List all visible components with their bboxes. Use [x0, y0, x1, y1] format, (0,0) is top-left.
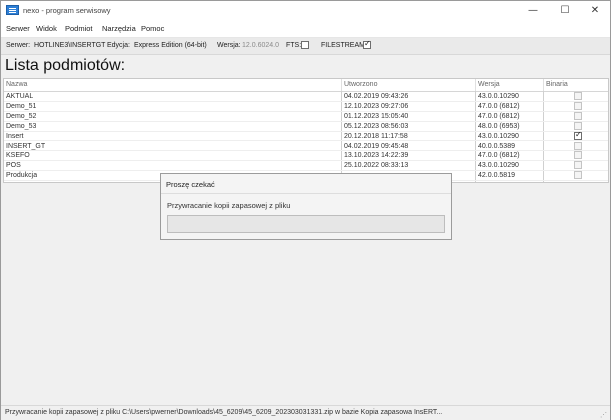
cell-name: Produkcja: [6, 172, 38, 180]
binaria-checkbox: [574, 151, 582, 160]
app-window: nexo - program serwisowy — ☐ ✕ Serwer Wi…: [0, 0, 611, 420]
table-row[interactable]: Demo_52 01.12.2023 15:05:40 47.0.0 (6812): [4, 111, 608, 122]
cell-name: AKTUAL: [6, 93, 34, 100]
column-header-binaria[interactable]: Binaria: [546, 81, 568, 88]
column-divider[interactable]: [475, 79, 476, 91]
menu-bar: Serwer Widok Podmiot Narzędzia Pomoc: [1, 21, 610, 38]
window-title: nexo - program serwisowy: [23, 6, 111, 15]
table-row[interactable]: KSEFO 13.10.2023 14:22:39 47.0.0 (6812): [4, 151, 608, 162]
cell-created: 20.12.2018 11:17:58: [344, 132, 408, 140]
table-row[interactable]: Demo_51 12.10.2023 09:27:06 47.0.0 (6812): [4, 101, 608, 112]
please-wait-dialog: Proszę czekać Przywracanie kopii zapasow…: [160, 173, 452, 240]
status-text: Przywracanie kopii zapasowej z pliku C:\…: [5, 409, 443, 416]
cell-created: 05.12.2023 08:56:03: [344, 122, 409, 130]
binaria-checkbox: [574, 121, 582, 130]
column-header-utworzono[interactable]: Utworzono: [344, 81, 377, 88]
cell-name: Demo_51: [6, 102, 37, 110]
menu-pomoc[interactable]: Pomoc: [141, 24, 164, 33]
cell-version: 43.0.0.10290: [478, 132, 519, 140]
binaria-checkbox: [574, 92, 582, 100]
cell-created: 25.10.2022 08:33:13: [344, 162, 409, 170]
fts-checkbox: [301, 41, 309, 49]
cell-name: Insert: [6, 132, 24, 140]
minimize-button[interactable]: —: [518, 1, 548, 21]
restore-progress-bar: [167, 215, 445, 233]
cell-version: 47.0.0 (6812): [478, 102, 520, 110]
cell-name: Demo_52: [6, 112, 37, 120]
status-bar: Przywracanie kopii zapasowej z pliku C:\…: [1, 405, 610, 420]
binaria-checkbox: [574, 171, 582, 180]
column-divider[interactable]: [543, 79, 544, 91]
table-row[interactable]: AKTUAL 04.02.2019 09:43:26 43.0.0.10290: [4, 92, 608, 102]
maximize-button[interactable]: ☐: [550, 1, 580, 21]
cell-name: POS: [6, 162, 21, 170]
cell-version: 48.0.0 (6953): [478, 122, 520, 130]
column-header-wersja[interactable]: Wersja: [478, 81, 500, 88]
dialog-title: Proszę czekać: [166, 180, 215, 189]
filestream-label: FILESTREAM:: [321, 42, 367, 49]
cell-name: KSEFO: [6, 152, 30, 160]
cell-version: 47.0.0 (6812): [478, 112, 520, 120]
edition-label: Edycja:: [107, 42, 130, 49]
cell-version: 43.0.0.10290: [478, 162, 519, 170]
binaria-checkbox: [574, 141, 582, 150]
server-label: Serwer:: [6, 42, 31, 49]
column-divider[interactable]: [341, 79, 342, 91]
cell-created: 04.02.2019 09:43:26: [344, 93, 409, 100]
server-value: HOTLINE3\INSERTGT: [34, 42, 106, 49]
binaria-checkbox: [574, 161, 582, 170]
cell-version: 47.0.0 (6812): [478, 152, 520, 160]
table-row[interactable]: Demo_53 05.12.2023 08:56:03 48.0.0 (6953): [4, 121, 608, 132]
cell-created: 13.10.2023 14:22:39: [344, 152, 409, 160]
table-row[interactable]: POS 25.10.2022 08:33:13 43.0.0.10290: [4, 161, 608, 172]
page-title: Lista podmiotów:: [5, 57, 126, 74]
binaria-checkbox: [574, 101, 582, 110]
cell-name: Demo_53: [6, 122, 37, 130]
dialog-message: Przywracanie kopii zapasowej z pliku: [167, 201, 291, 210]
binaria-checkbox: [574, 130, 582, 140]
title-bar[interactable]: nexo - program serwisowy — ☐ ✕: [1, 1, 610, 21]
cell-name: INSERT_GT: [6, 142, 46, 150]
table-row[interactable]: INSERT_GT 04.02.2019 09:45:48 40.0.0.5389: [4, 141, 608, 152]
menu-narzedzia[interactable]: Narzędzia: [102, 24, 136, 33]
edition-value: Express Edition (64-bit): [134, 42, 207, 49]
close-button[interactable]: ✕: [580, 1, 610, 21]
column-header-nazwa[interactable]: Nazwa: [6, 81, 27, 88]
server-info-bar: Serwer: HOTLINE3\INSERTGT Edycja: Expres…: [1, 38, 610, 55]
version-label: Wersja:: [217, 42, 241, 49]
version-value: 12.0.6024.0: [242, 42, 279, 49]
resize-grip-icon[interactable]: ⋰: [600, 411, 608, 419]
cell-created: 01.12.2023 15:05:40: [344, 112, 409, 120]
dialog-divider: [161, 193, 451, 194]
cell-created: 12.10.2023 09:27:06: [344, 102, 409, 110]
app-logo-icon: [6, 5, 19, 15]
filestream-checkbox: [363, 39, 371, 49]
fts-label: FTS:: [286, 42, 302, 49]
cell-created: 04.02.2019 09:45:48: [344, 142, 409, 150]
table-header: Nazwa Utworzono Wersja Binaria: [4, 79, 608, 92]
binaria-checkbox: [574, 111, 582, 120]
cell-version: 42.0.0.5819: [478, 172, 515, 180]
cell-version: 43.0.0.10290: [478, 93, 519, 100]
menu-podmiot[interactable]: Podmiot: [65, 24, 93, 33]
menu-serwer[interactable]: Serwer: [6, 24, 30, 33]
table-row[interactable]: Insert 20.12.2018 11:17:58 43.0.0.10290: [4, 130, 608, 142]
entities-table: Nazwa Utworzono Wersja Binaria AKTUAL 04.…: [3, 78, 609, 183]
menu-widok[interactable]: Widok: [36, 24, 57, 33]
cell-version: 40.0.0.5389: [478, 142, 515, 150]
